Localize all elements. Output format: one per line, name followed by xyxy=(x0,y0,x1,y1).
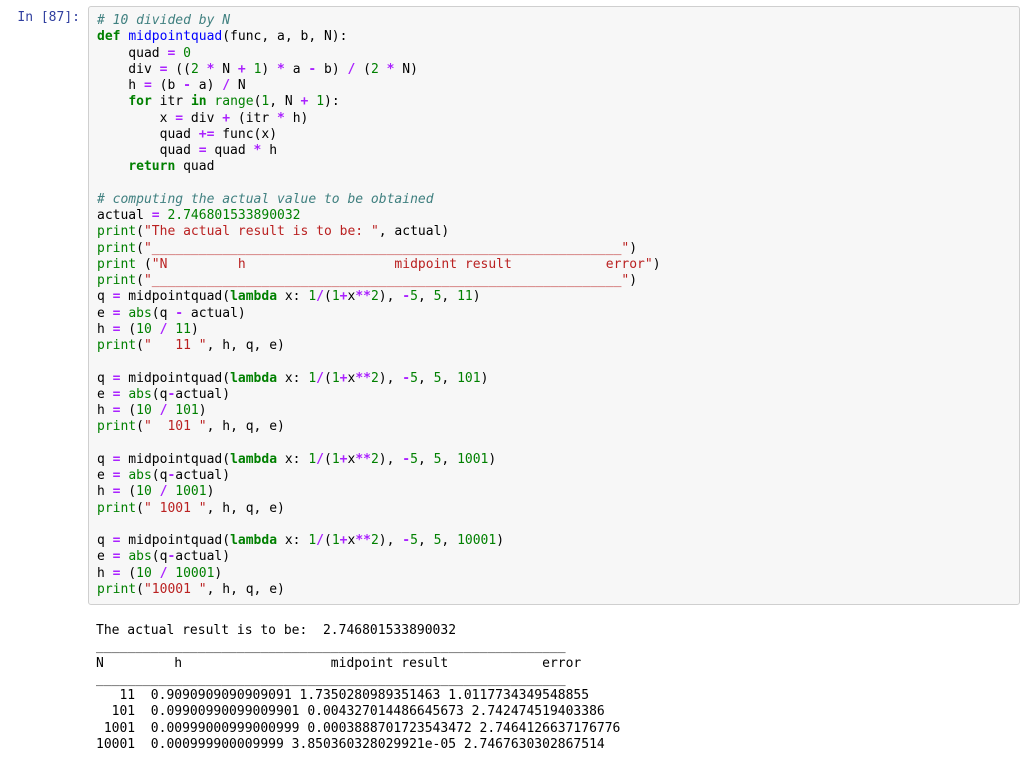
stdout-output: The actual result is to be: 2.7468015338… xyxy=(88,621,1020,759)
code-input-area[interactable]: # 10 divided by N def midpointquad(func,… xyxy=(88,6,1020,605)
code-source[interactable]: # 10 divided by N def midpointquad(func,… xyxy=(97,13,1011,598)
code-cell: In [87]: # 10 divided by N def midpointq… xyxy=(0,0,1024,615)
output-cell: Out[ ]: The actual result is to be: 2.74… xyxy=(0,615,1024,769)
input-prompt: In [87]: xyxy=(4,6,88,605)
